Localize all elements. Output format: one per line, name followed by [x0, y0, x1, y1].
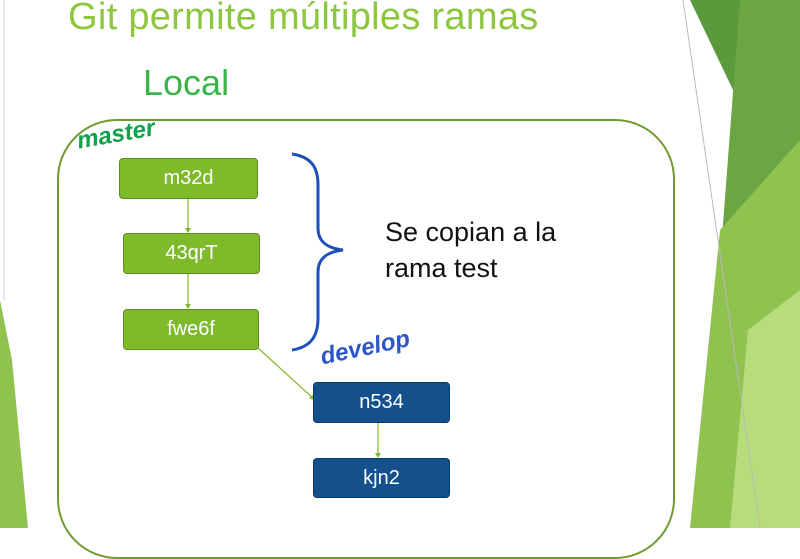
commit-node: fwe6f — [123, 309, 259, 350]
commit-node: kjn2 — [313, 458, 450, 498]
decor-shape-left — [0, 300, 28, 528]
annotation-text: Se copian a la rama test — [385, 217, 557, 283]
slide-title: Git permite múltiples ramas — [68, 0, 539, 38]
slide-subtitle: Local — [143, 62, 230, 103]
commit-node: m32d — [119, 158, 258, 199]
commit-node: n534 — [313, 382, 450, 423]
commit-node: 43qrT — [123, 233, 260, 274]
